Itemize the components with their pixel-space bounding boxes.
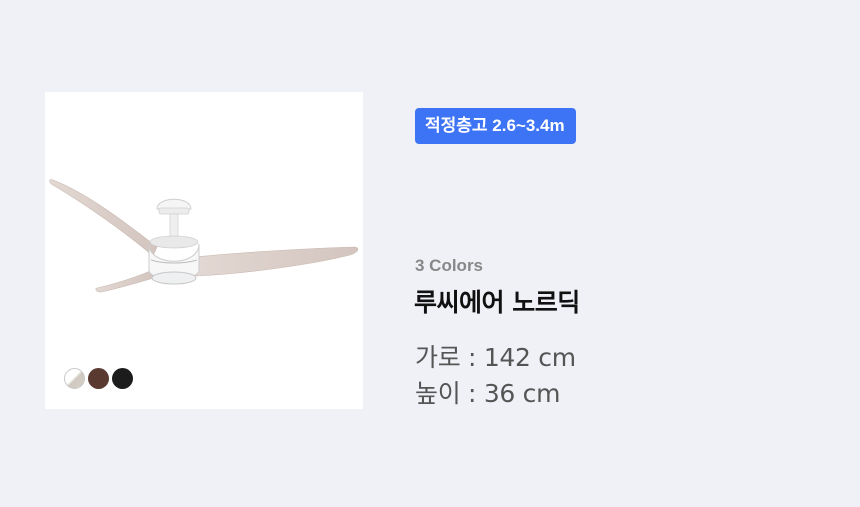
dimensions: 가로 : 142 cm 높이 : 36 cm xyxy=(415,340,576,412)
swatch-white[interactable] xyxy=(64,368,85,389)
swatch-brown[interactable] xyxy=(88,368,109,389)
colors-count: 3 Colors xyxy=(415,256,484,275)
dimension-width: 가로 : 142 cm xyxy=(415,343,576,372)
ceiling-fan-image xyxy=(49,179,359,293)
product-card xyxy=(45,92,363,409)
color-swatches xyxy=(64,368,133,389)
dimension-height: 높이 : 36 cm xyxy=(415,379,561,408)
swatch-black[interactable] xyxy=(112,368,133,389)
ceiling-height-badge: 적정층고 2.6~3.4m xyxy=(415,108,576,144)
product-name: 루씨에어 노르딕 xyxy=(414,288,580,317)
